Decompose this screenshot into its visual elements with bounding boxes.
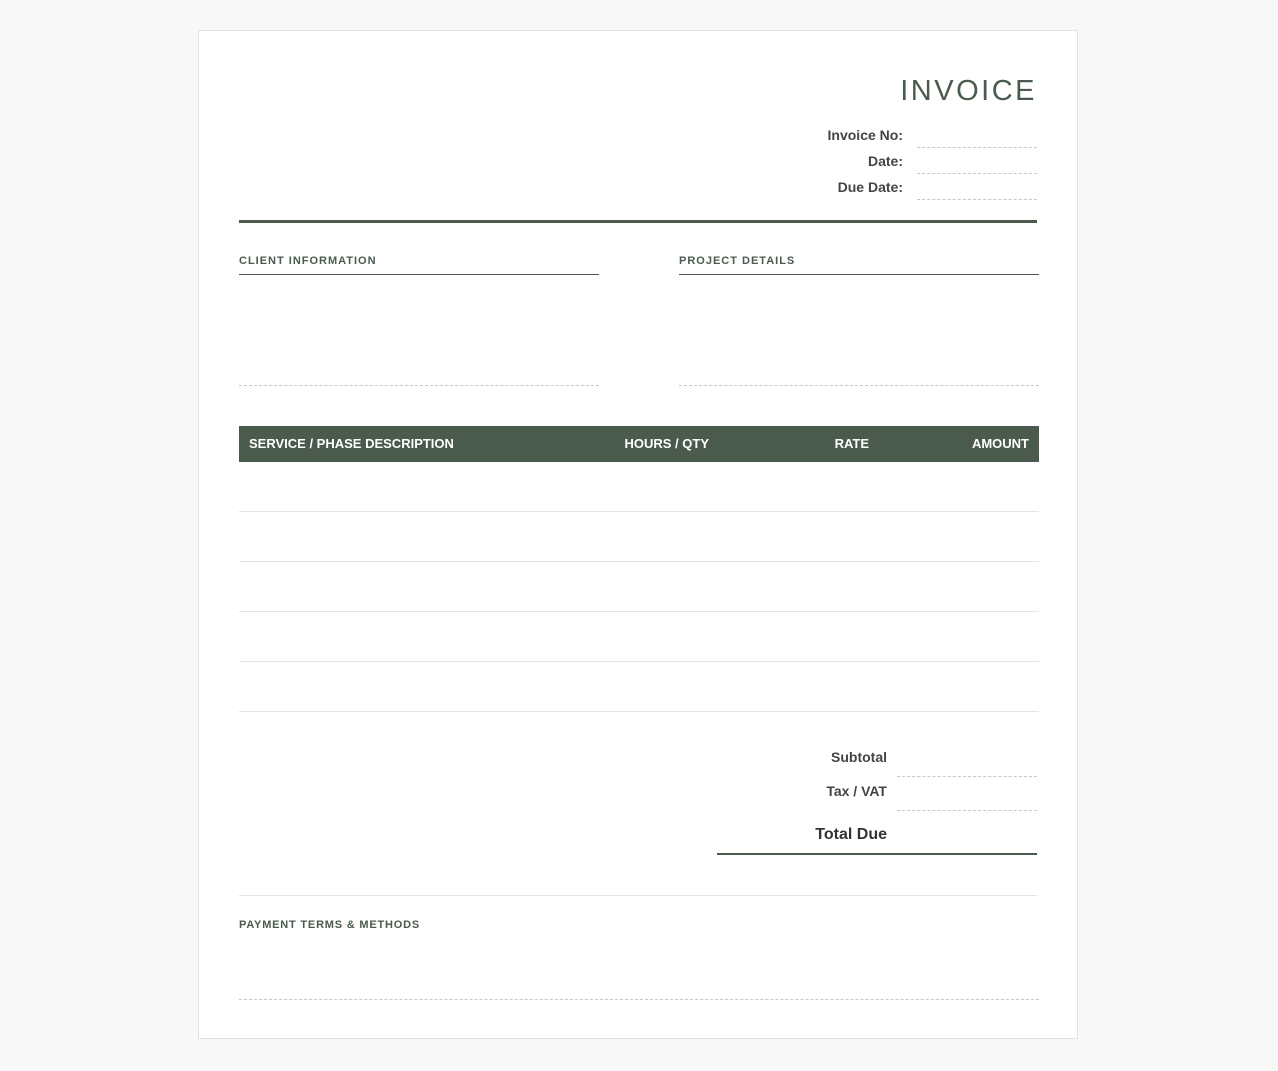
client-information-heading: CLIENT INFORMATION xyxy=(239,255,599,275)
column-amount: AMOUNT xyxy=(971,436,1029,451)
invoice-date-row: Date: xyxy=(737,153,1037,179)
line-items-header: SERVICE / PHASE DESCRIPTION HOURS / QTY … xyxy=(239,426,1039,462)
client-information-field[interactable] xyxy=(239,275,599,386)
invoice-date-field[interactable] xyxy=(917,153,1037,174)
invoice-title: INVOICE xyxy=(900,75,1037,107)
tax-row: Tax / VAT xyxy=(717,777,1037,811)
table-row[interactable] xyxy=(239,612,1039,662)
table-row[interactable] xyxy=(239,512,1039,562)
payment-terms-field[interactable] xyxy=(239,936,1039,1000)
footer-divider xyxy=(239,895,1037,896)
total-due-row: Total Due xyxy=(717,811,1037,855)
table-row[interactable] xyxy=(239,662,1039,712)
table-row[interactable] xyxy=(239,462,1039,512)
invoice-sheet: INVOICE Invoice No: Date: Due Date: CLIE… xyxy=(198,30,1078,1039)
payment-terms-heading: PAYMENT TERMS & METHODS xyxy=(239,919,420,931)
tax-field[interactable] xyxy=(897,777,1037,811)
project-details-heading: PROJECT DETAILS xyxy=(679,255,1039,275)
subtotal-label: Subtotal xyxy=(831,749,887,765)
invoice-number-field[interactable] xyxy=(917,127,1037,148)
invoice-date-label: Date: xyxy=(867,153,903,169)
total-due-label: Total Due xyxy=(815,826,887,843)
header-divider xyxy=(239,220,1037,223)
due-date-row: Due Date: xyxy=(737,179,1037,205)
column-description: SERVICE / PHASE DESCRIPTION xyxy=(249,436,454,451)
total-due-field[interactable] xyxy=(897,826,1037,846)
subtotal-row: Subtotal xyxy=(717,743,1037,777)
invoice-number-row: Invoice No: xyxy=(737,127,1037,153)
table-row[interactable] xyxy=(239,562,1039,612)
project-details-field[interactable] xyxy=(679,275,1039,386)
column-hours-qty: HOURS / QTY xyxy=(624,436,709,451)
tax-label: Tax / VAT xyxy=(826,783,887,799)
due-date-label: Due Date: xyxy=(837,179,903,195)
due-date-field[interactable] xyxy=(917,179,1037,200)
column-rate: RATE xyxy=(834,436,869,451)
invoice-number-label: Invoice No: xyxy=(827,127,903,143)
subtotal-field[interactable] xyxy=(897,743,1037,777)
